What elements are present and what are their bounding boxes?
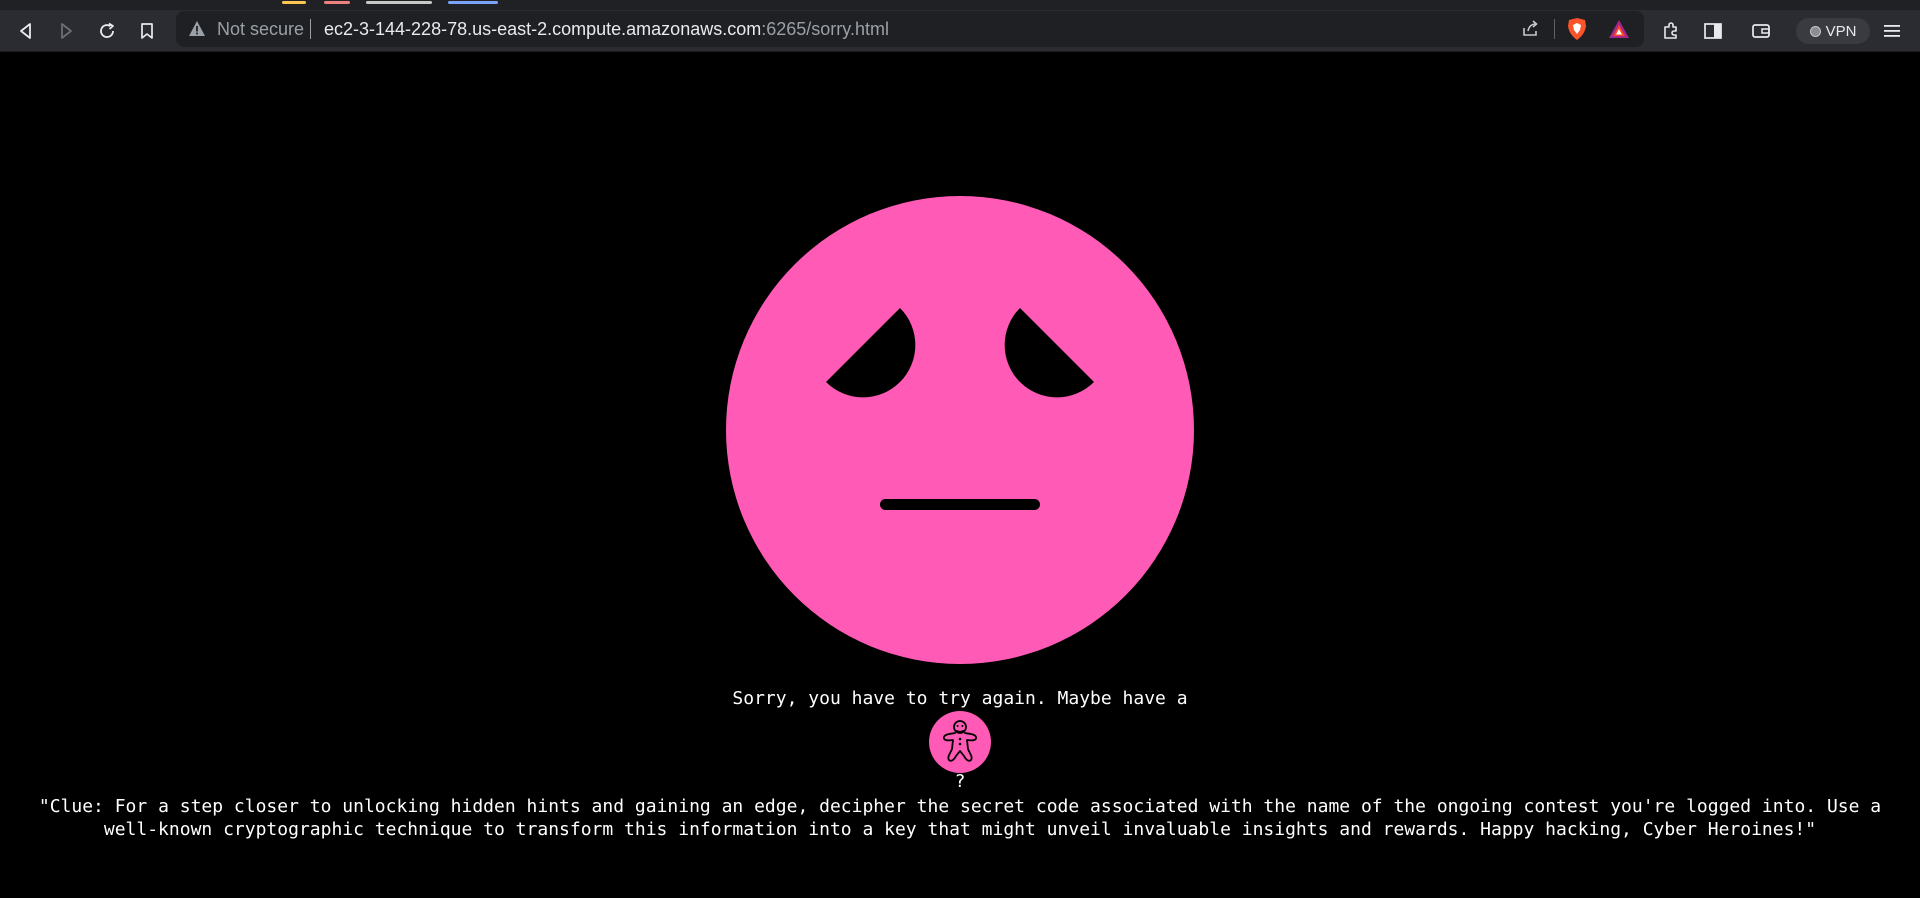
forward-button[interactable] xyxy=(50,15,82,47)
hamburger-menu-icon xyxy=(1884,25,1900,37)
question-mark: ? xyxy=(954,771,966,792)
sidebar-icon xyxy=(1704,23,1722,39)
brave-shields-icon[interactable] xyxy=(1566,17,1588,41)
sad-face-illustration xyxy=(726,196,1194,664)
brave-rewards-icon[interactable] xyxy=(1608,18,1630,40)
tab-indicator[interactable] xyxy=(324,1,350,4)
reload-icon xyxy=(100,22,114,38)
url-text[interactable]: ec2-3-144-228-78.us-east-2.compute.amazo… xyxy=(324,19,889,40)
warning-icon[interactable] xyxy=(188,20,206,37)
vpn-status-icon xyxy=(1809,25,1821,37)
back-button[interactable] xyxy=(10,15,42,47)
omnibox-divider xyxy=(1554,19,1555,39)
url-host: ec2-3-144-228-78.us-east-2.compute.amazo… xyxy=(324,19,762,39)
forward-icon xyxy=(61,23,72,39)
wallet-button[interactable] xyxy=(1745,15,1777,47)
cookie-button[interactable] xyxy=(929,711,991,773)
wallet-icon xyxy=(1752,24,1770,38)
vpn-button[interactable]: VPN xyxy=(1796,18,1870,44)
share-icon[interactable] xyxy=(1520,19,1540,39)
right-eye xyxy=(1004,308,1094,398)
extensions-button[interactable] xyxy=(1655,15,1687,47)
tab-strip xyxy=(0,0,1920,10)
bookmark-icon xyxy=(141,23,153,39)
mouth xyxy=(880,499,1040,510)
puzzle-icon xyxy=(1664,22,1677,39)
url-path: :6265/sorry.html xyxy=(761,19,889,39)
tab-indicator[interactable] xyxy=(366,1,432,4)
tab-indicator[interactable] xyxy=(448,1,498,4)
menu-button[interactable] xyxy=(1876,15,1908,47)
vpn-label: VPN xyxy=(1825,22,1857,40)
reload-button[interactable] xyxy=(91,15,123,47)
security-label[interactable]: Not secure xyxy=(217,19,304,40)
back-icon xyxy=(20,23,31,39)
page-content: Sorry, you have to try again. Maybe have… xyxy=(0,52,1920,898)
gingerbread-cookie-icon xyxy=(942,720,978,762)
omnibox-divider xyxy=(310,19,311,39)
browser-toolbar: Not secure ec2-3-144-228-78.us-east-2.co… xyxy=(0,10,1920,52)
sorry-message: Sorry, you have to try again. Maybe have… xyxy=(732,688,1188,709)
address-bar[interactable]: Not secure ec2-3-144-228-78.us-east-2.co… xyxy=(176,11,1644,47)
sidebar-button[interactable] xyxy=(1697,15,1729,47)
bookmark-button[interactable] xyxy=(131,15,163,47)
tab-indicator[interactable] xyxy=(282,1,306,4)
clue-text: "Clue: For a step closer to unlocking hi… xyxy=(38,796,1882,840)
